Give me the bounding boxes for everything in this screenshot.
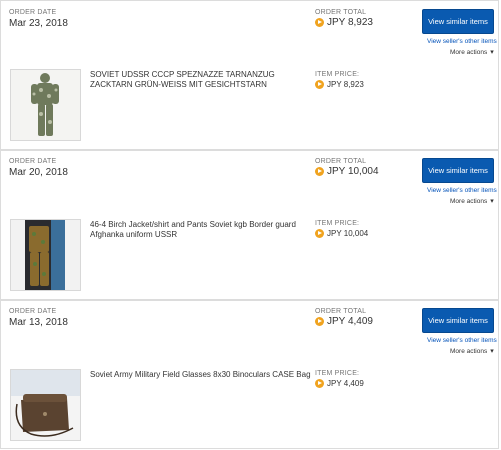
- chevron-down-icon: ▾: [490, 49, 494, 56]
- order-date: Mar 20, 2018: [9, 167, 68, 178]
- item-price: JPY 10,004: [315, 229, 368, 238]
- view-similar-button[interactable]: View similar items: [422, 9, 494, 34]
- item-price: JPY 8,923: [315, 80, 364, 89]
- order-date: Mar 13, 2018: [9, 317, 68, 328]
- view-seller-items-link[interactable]: View seller's other items: [427, 38, 497, 45]
- order-total: JPY 10,004: [315, 166, 379, 177]
- item-title[interactable]: 46-4 Birch Jacket/shirt and Pants Soviet…: [90, 220, 305, 240]
- order-total-value: JPY 4,409: [327, 316, 373, 327]
- order-total: JPY 8,923: [315, 17, 373, 28]
- item-price-value: JPY 10,004: [327, 229, 369, 238]
- item-price-label: ITEM PRICE:: [315, 71, 360, 78]
- item-title[interactable]: Soviet Army Military Field Glasses 8x30 …: [90, 370, 315, 380]
- item-thumbnail[interactable]: [10, 369, 81, 441]
- item-price-label: ITEM PRICE:: [315, 220, 360, 227]
- order-date-label: ORDER DATE: [9, 308, 57, 315]
- item-thumbnail[interactable]: [10, 69, 81, 141]
- view-similar-button[interactable]: View similar items: [422, 158, 494, 183]
- currency-icon: [315, 167, 324, 176]
- currency-icon: [315, 379, 324, 388]
- order-total-value: JPY 8,923: [327, 17, 373, 28]
- item-price-value: JPY 8,923: [327, 80, 364, 89]
- currency-icon: [315, 80, 324, 89]
- item-price: JPY 4,409: [315, 379, 364, 388]
- currency-icon: [315, 317, 324, 326]
- order-date-label: ORDER DATE: [9, 9, 57, 16]
- order-total-label: ORDER TOTAL: [315, 158, 367, 165]
- item-title[interactable]: SOVIET UDSSR CCCP SPEZNAZZE TARNANZUG ZA…: [90, 70, 305, 90]
- more-actions-dropdown[interactable]: More actions ▾: [450, 197, 494, 206]
- order-card: ORDER DATE Mar 20, 2018 ORDER TOTAL JPY …: [0, 150, 499, 300]
- view-seller-items-link[interactable]: View seller's other items: [427, 337, 497, 344]
- uniform-photo-icon: [11, 220, 80, 290]
- binocular-case-photo-icon: [11, 370, 80, 440]
- item-thumbnail[interactable]: [10, 219, 81, 291]
- order-total-label: ORDER TOTAL: [315, 308, 367, 315]
- chevron-down-icon: ▾: [490, 348, 494, 355]
- more-actions-label: More actions: [450, 347, 488, 355]
- more-actions-label: More actions: [450, 48, 488, 56]
- order-card: ORDER DATE Mar 23, 2018 ORDER TOTAL JPY …: [0, 0, 499, 150]
- order-date-label: ORDER DATE: [9, 158, 57, 165]
- item-price-value: JPY 4,409: [327, 379, 364, 388]
- camouflage-suit-photo-icon: [11, 70, 80, 140]
- more-actions-dropdown[interactable]: More actions ▾: [450, 347, 494, 356]
- currency-icon: [315, 18, 324, 27]
- view-seller-items-link[interactable]: View seller's other items: [427, 187, 497, 194]
- order-card: ORDER DATE Mar 13, 2018 ORDER TOTAL JPY …: [0, 300, 499, 449]
- order-total-label: ORDER TOTAL: [315, 9, 367, 16]
- view-similar-button[interactable]: View similar items: [422, 308, 494, 333]
- more-actions-dropdown[interactable]: More actions ▾: [450, 48, 494, 57]
- order-total: JPY 4,409: [315, 316, 373, 327]
- item-price-label: ITEM PRICE:: [315, 370, 360, 377]
- chevron-down-icon: ▾: [490, 198, 494, 205]
- order-total-value: JPY 10,004: [327, 166, 379, 177]
- order-date: Mar 23, 2018: [9, 18, 68, 29]
- more-actions-label: More actions: [450, 197, 488, 205]
- currency-icon: [315, 229, 324, 238]
